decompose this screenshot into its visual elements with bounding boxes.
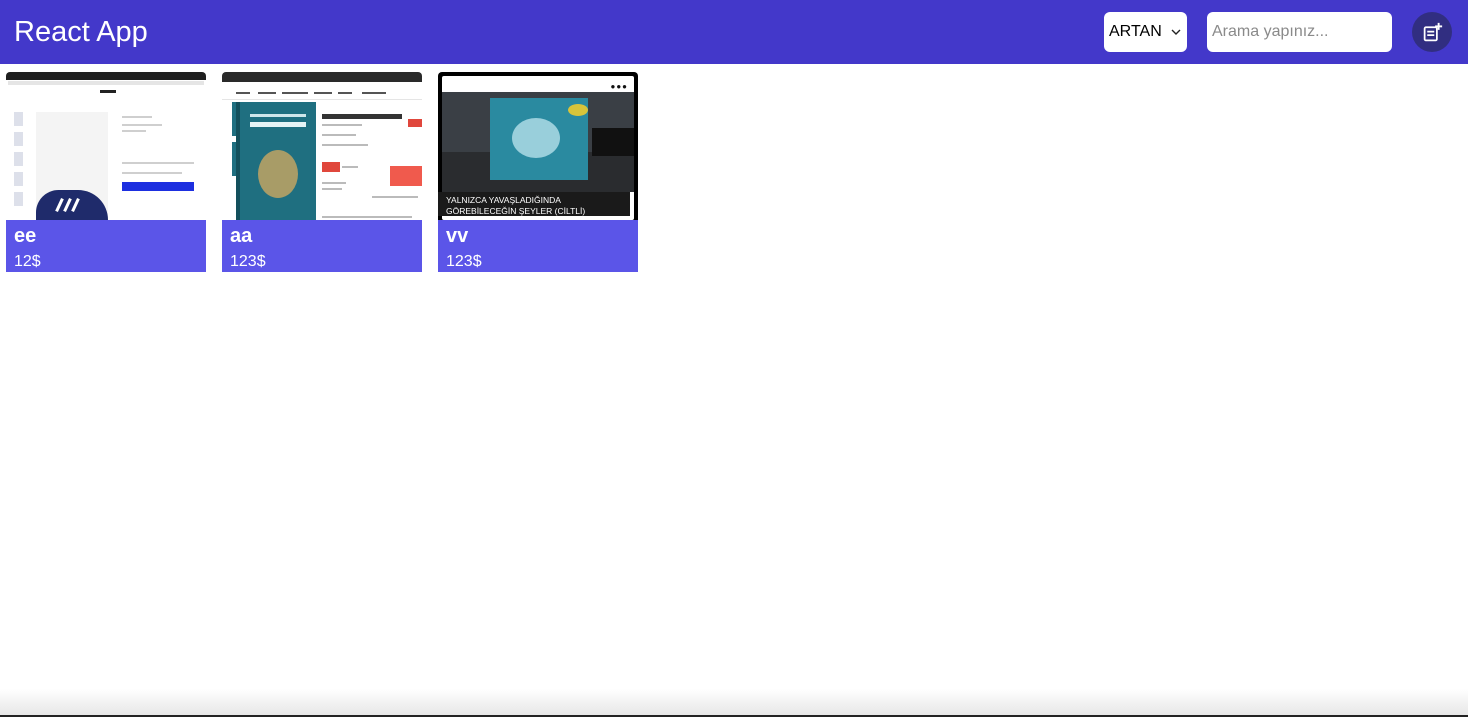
more-dots-icon: ●●● <box>610 82 628 91</box>
brand-title[interactable]: React App <box>14 16 1104 49</box>
product-price: 123$ <box>446 253 482 270</box>
chevron-down-icon <box>1171 29 1181 35</box>
search-input[interactable] <box>1207 12 1392 52</box>
sort-select[interactable]: ARTAN <box>1104 12 1187 52</box>
product-image[interactable] <box>6 72 206 220</box>
product-grid: ee 12$ aa 123$ ●●● YALNIZCA YAVAŞLADIĞIN… <box>0 64 1468 280</box>
product-card[interactable]: ee 12$ <box>6 72 206 272</box>
product-title: vv <box>446 225 469 247</box>
product-card[interactable]: ●●● YALNIZCA YAVAŞLADIĞINDA GÖREBİLECEĞİ… <box>438 72 638 272</box>
note-add-icon <box>1423 22 1442 41</box>
product-title: ee <box>14 225 37 247</box>
product-image[interactable] <box>222 72 422 220</box>
product-title: aa <box>230 225 253 247</box>
product-info: vv 123$ <box>438 220 638 272</box>
image-caption: YALNIZCA YAVAŞLADIĞINDA GÖREBİLECEĞİN ŞE… <box>438 192 630 216</box>
product-info: ee 12$ <box>6 220 206 272</box>
sort-select-value: ARTAN <box>1109 23 1162 40</box>
product-price: 12$ <box>14 253 41 270</box>
product-card[interactable]: aa 123$ <box>222 72 422 272</box>
add-product-button[interactable] <box>1412 12 1452 52</box>
bottom-shadow <box>0 689 1468 717</box>
product-price: 123$ <box>230 253 266 270</box>
navbar: React App ARTAN <box>0 0 1468 64</box>
product-image[interactable]: ●●● YALNIZCA YAVAŞLADIĞINDA GÖREBİLECEĞİ… <box>438 72 638 220</box>
product-info: aa 123$ <box>222 220 422 272</box>
